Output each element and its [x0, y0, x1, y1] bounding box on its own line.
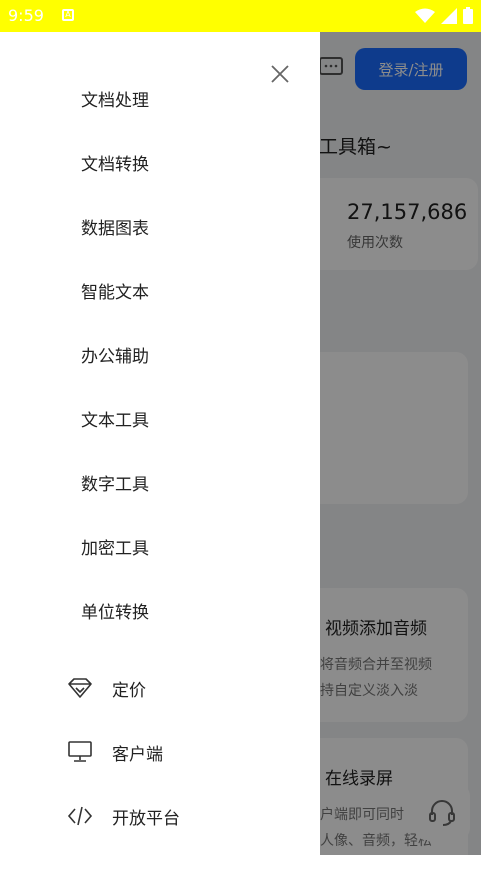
menu-item-pricing[interactable]: 定价 — [66, 674, 146, 702]
status-time: 9:59 — [8, 6, 44, 25]
close-icon[interactable] — [268, 62, 292, 86]
monitor-icon — [66, 738, 94, 766]
menu-item-client[interactable]: 客户端 — [66, 738, 163, 766]
menu-item-unit-convert[interactable]: 单位转换 — [81, 598, 149, 623]
menu-item-smart-text[interactable]: 智能文本 — [81, 278, 149, 303]
signal-icon — [441, 7, 457, 24]
menu-item-crypto-tools[interactable]: 加密工具 — [81, 534, 149, 559]
code-icon — [66, 802, 94, 830]
menu-item-text-tools[interactable]: 文本工具 — [81, 406, 149, 431]
status-bar: 9:59 A — [0, 0, 481, 32]
notification-icon: A — [62, 9, 74, 21]
status-icons — [415, 7, 473, 24]
wifi-icon — [415, 8, 435, 23]
menu-item-doc-convert[interactable]: 文档转换 — [81, 150, 149, 175]
menu-item-data-chart[interactable]: 数据图表 — [81, 214, 149, 239]
menu-item-label: 定价 — [112, 680, 146, 701]
menu-item-doc-process[interactable]: 文档处理 — [81, 86, 149, 111]
diamond-icon — [66, 674, 94, 702]
menu-item-office-aid[interactable]: 办公辅助 — [81, 342, 149, 367]
menu-item-open-platform[interactable]: 开放平台 — [66, 802, 180, 830]
menu-item-number-tools[interactable]: 数字工具 — [81, 470, 149, 495]
battery-icon — [463, 7, 473, 24]
menu-item-label: 开放平台 — [112, 808, 180, 829]
menu-item-label: 客户端 — [112, 744, 163, 765]
navigation-drawer: 文档处理 文档转换 数据图表 智能文本 办公辅助 文本工具 数字工具 加密工具 … — [0, 32, 320, 855]
